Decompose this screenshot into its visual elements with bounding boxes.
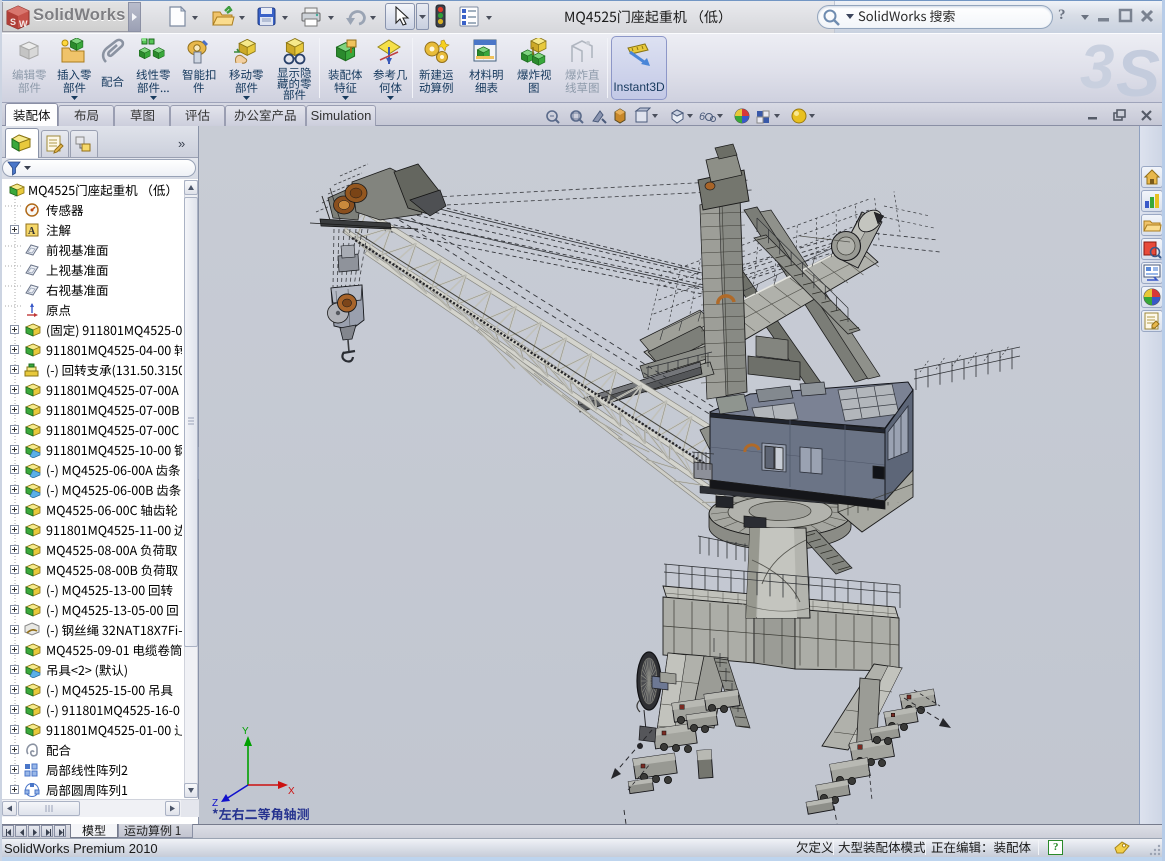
svg-text:3: 3 (1080, 33, 1114, 102)
svg-text:A: A (28, 226, 36, 237)
svg-text:»: » (178, 136, 185, 150)
svg-text:X: X (288, 786, 295, 797)
svg-text:6: 6 (699, 111, 706, 123)
svg-text:S: S (1116, 36, 1160, 102)
svg-text:S: S (10, 17, 16, 27)
svg-text:W: W (19, 19, 28, 29)
svg-text:Y: Y (242, 726, 249, 737)
